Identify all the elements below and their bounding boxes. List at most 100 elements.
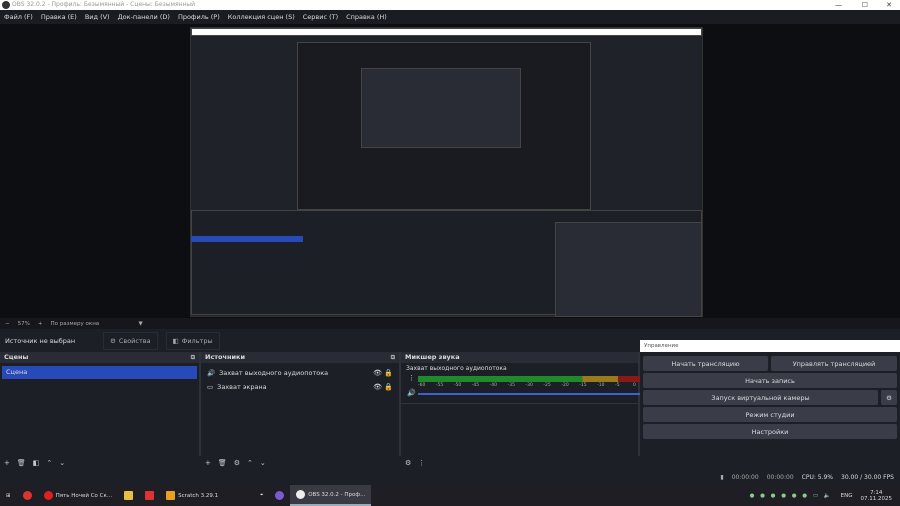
filters-label: Фильтры (181, 337, 213, 345)
filter-icon: ◧ (172, 337, 179, 345)
taskbar: ⊞ Пять Ночей Со Ск... Scratch 3.29.1 ⌖ O… (0, 485, 900, 506)
source-item[interactable]: ▭ Захват экрана 👁 🔒 (201, 380, 399, 394)
menu-help[interactable]: Справка (H) (346, 13, 387, 21)
obs-icon (296, 490, 306, 499)
controls-title: Управление (640, 340, 900, 352)
meter-tick: -10 (597, 383, 605, 388)
monitor-icon: ▭ (207, 383, 214, 391)
opera-icon (43, 491, 53, 500)
manage-stream-button[interactable]: Управлять трансляцией (771, 356, 897, 371)
advanced-audio-icon[interactable]: ⚙ (405, 459, 411, 467)
undock-icon[interactable]: ⧉ (391, 352, 395, 363)
meter-tick: -35 (507, 383, 515, 388)
zoom-value: 57% (17, 320, 30, 327)
tray-icons[interactable]: ● ● ● ● ● ● ▭ 🔈 (750, 493, 833, 499)
chrome-icon[interactable] (17, 485, 38, 506)
volume-meter (418, 376, 640, 382)
meter-tick: -50 (453, 383, 462, 388)
menu-view[interactable]: Вид (V) (85, 13, 110, 21)
menu-docks[interactable]: Док-панели (D) (118, 13, 170, 21)
language-indicator[interactable]: ENG (841, 493, 853, 499)
source-item[interactable]: 🔊 Захват выходного аудиопотока 👁 🔒 (201, 366, 399, 380)
date: 07.11.2025 (860, 495, 893, 502)
app-icon[interactable] (139, 485, 160, 506)
undock-icon[interactable]: ⧉ (191, 352, 195, 363)
source-toolbar: Источник не выбран ⚙ Свойства ◧ Фильтры (0, 330, 640, 352)
mixer-title: Микшер звука (405, 353, 460, 361)
obs-logo-icon (2, 1, 10, 9)
pin-icon[interactable]: ⌖ (254, 485, 269, 506)
start-record-button[interactable]: Начать запись (643, 373, 897, 388)
zoom-mode-select[interactable]: По размеру окна (50, 321, 130, 327)
virtual-camera-button[interactable]: Запуск виртуальной камеры (643, 390, 878, 405)
kebab-menu-icon[interactable]: ⋮ (418, 459, 425, 467)
menu-profile[interactable]: Профиль (P) (178, 13, 220, 21)
app-label: Пять Ночей Со Ск... (55, 492, 113, 499)
taskbar-app-scratch[interactable]: Scratch 3.29.1 (160, 485, 254, 506)
filter-icon[interactable]: ◧ (33, 459, 40, 467)
studio-mode-button[interactable]: Режим студии (643, 407, 897, 422)
trash-icon[interactable]: 🗑 (17, 459, 26, 467)
taskbar-app-opera[interactable]: Пять Ночей Со Ск... (38, 485, 118, 506)
add-icon[interactable]: + (4, 459, 10, 467)
app-label: OBS 32.0.2 - Проф... (308, 491, 366, 498)
meter-tick: -55 (435, 383, 444, 388)
kebab-menu-icon[interactable]: ⋮ (408, 374, 415, 382)
zoom-out-button[interactable]: − (5, 321, 10, 327)
gear-icon[interactable]: ⚙ (881, 390, 897, 405)
speaker-icon: 🔊 (207, 369, 216, 377)
status-bar: ▮ 00:00:00 00:00:00 CPU: 5.9% 30.00 / 30… (0, 470, 900, 485)
add-icon[interactable]: + (205, 459, 211, 467)
chevron-up-icon[interactable]: ⌃ (46, 459, 52, 467)
zoom-in-button[interactable]: + (38, 321, 43, 327)
gear-icon[interactable]: ⚙ (234, 459, 240, 467)
menu-edit[interactable]: Правка (E) (41, 13, 77, 21)
gear-icon: ⚙ (110, 337, 116, 345)
start-button[interactable]: ⊞ (0, 485, 17, 506)
eye-lock-icons[interactable]: 👁 🔒 (373, 369, 393, 377)
trash-icon[interactable]: 🗑 (218, 459, 227, 467)
properties-button[interactable]: ⚙ Свойства (103, 332, 158, 350)
zoom-bar: − 57% + По размеру окна ▼ (0, 318, 900, 329)
record-time: 00:00:00 (766, 474, 794, 481)
properties-label: Свойства (118, 337, 151, 345)
eye-lock-icons[interactable]: 👁 🔒 (373, 383, 393, 391)
app-label: Scratch 3.29.1 (178, 492, 219, 499)
meter-tick: -30 (525, 383, 533, 388)
menu-bar: Файл (F) Правка (E) Вид (V) Док-панели (D) П… (0, 10, 900, 24)
chevron-up-icon[interactable]: ⌃ (247, 459, 253, 467)
minimize-button[interactable]: — (835, 0, 842, 10)
menu-scene-collection[interactable]: Коллекция сцен (S) (228, 13, 295, 21)
menu-tools[interactable]: Сервис (T) (303, 13, 338, 21)
close-button[interactable]: ✕ (886, 0, 892, 10)
title-bar: OBS 32.0.2 - Профиль: Безымянный - Сцены… (0, 0, 900, 10)
volume-slider[interactable] (418, 393, 640, 395)
start-stream-button[interactable]: Начать трансляцию (643, 356, 768, 371)
source-status: Источник не выбран (5, 337, 76, 345)
clock[interactable]: 7:14 07.11.2025 (861, 490, 893, 502)
maximize-button[interactable]: ☐ (862, 0, 868, 10)
speaker-icon[interactable]: 🔊 (407, 389, 416, 397)
explorer-icon[interactable] (118, 485, 139, 506)
viber-icon[interactable] (269, 485, 290, 506)
scene-item[interactable]: Сцена (2, 366, 197, 379)
sources-dock: Источники ⧉ 🔊 Захват выходного аудиопотока… (201, 352, 401, 467)
stream-time: 00:00:00 (731, 474, 759, 481)
signal-icon: ▮ (720, 474, 724, 481)
scratch-icon (166, 491, 176, 500)
scenes-title: Сцены (4, 353, 29, 361)
meter-tick: -40 (489, 383, 498, 388)
meter-tick: -20 (561, 383, 569, 388)
chevron-down-icon[interactable]: ⌄ (260, 459, 266, 467)
menu-file[interactable]: Файл (F) (4, 13, 33, 21)
settings-button[interactable]: Настройки (643, 424, 897, 439)
controls-dock: Управление Начать трансляцию Управлять т… (640, 340, 900, 456)
preview-canvas[interactable] (190, 27, 703, 317)
chevron-down-icon[interactable]: ⌄ (59, 459, 65, 467)
meter-tick: -60 (418, 383, 426, 388)
meter-tick: 0 (633, 383, 636, 388)
chevron-down-icon[interactable]: ▼ (138, 321, 142, 327)
filters-button[interactable]: ◧ Фильтры (165, 332, 220, 350)
taskbar-app-obs[interactable]: OBS 32.0.2 - Проф... (290, 485, 372, 506)
scenes-dock: Сцены ⧉ Сцена + 🗑 ◧ ⌃ ⌄ (0, 352, 201, 467)
